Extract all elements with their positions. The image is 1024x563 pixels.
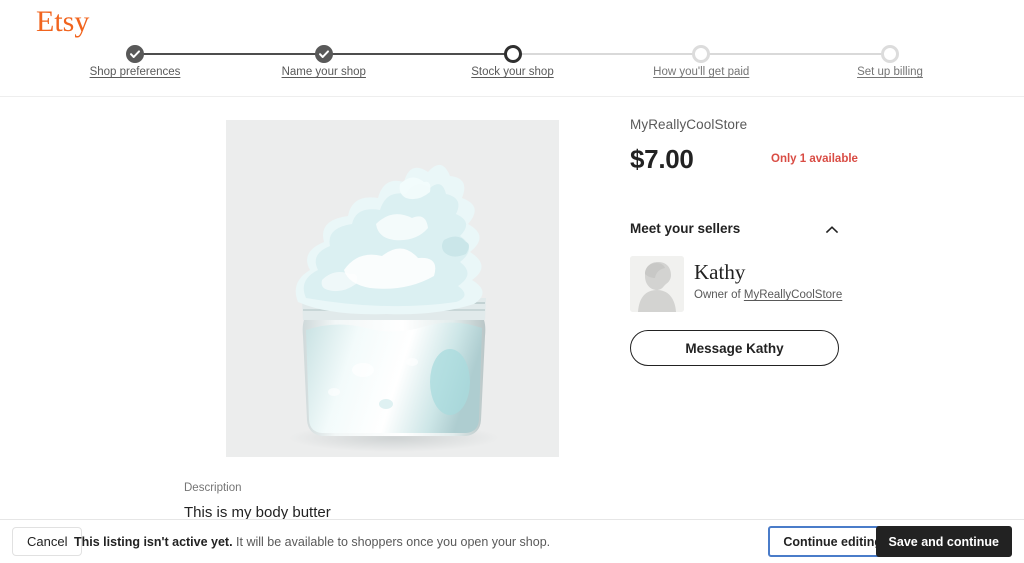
step-current-dot-icon[interactable] xyxy=(503,45,522,63)
chevron-up-icon[interactable] xyxy=(825,223,839,237)
product-image[interactable] xyxy=(226,120,559,457)
seller-name: Kathy xyxy=(694,260,746,284)
cancel-button[interactable]: Cancel xyxy=(12,527,83,556)
onboarding-stepper: Shop preferences Name your shop Stock your… xyxy=(0,45,1024,97)
stepper-label[interactable]: Set up billing xyxy=(796,65,985,79)
step-complete-check-icon[interactable] xyxy=(126,45,144,63)
stepper-label[interactable]: How you'll get paid xyxy=(607,65,796,79)
status-message-rest: It will be available to shoppers once yo… xyxy=(232,535,551,549)
step-pending-dot-icon[interactable] xyxy=(692,45,711,63)
description-label: Description xyxy=(184,482,242,494)
stepper-step-5[interactable]: Set up billing xyxy=(796,45,985,97)
listing-details-column: MyReallyCoolStore $7.00 Only 1 available… xyxy=(630,116,930,366)
stepper-step-4[interactable]: How you'll get paid xyxy=(607,45,796,97)
seller-role-prefix: Owner of xyxy=(694,289,744,301)
meet-your-sellers-title: Meet your sellers xyxy=(630,221,741,236)
stepper-step-1[interactable]: Shop preferences xyxy=(41,45,230,97)
stepper-label[interactable]: Name your shop xyxy=(229,65,418,79)
message-seller-button[interactable]: Message Kathy xyxy=(630,330,839,366)
listing-status-message: This listing isn't active yet. It will b… xyxy=(74,534,550,550)
etsy-shop-setup-page: Etsy Shop preferences Name your shop Stock… xyxy=(0,0,1024,563)
onboarding-progress-section: Shop preferences Name your shop Stock your… xyxy=(0,45,1024,97)
listing-price: $7.00 xyxy=(630,144,694,174)
status-message-bold: This listing isn't active yet. xyxy=(74,535,233,549)
description-text: This is my body butter xyxy=(184,504,331,519)
seller-row: Kathy Owner of MyReallyCoolStore xyxy=(630,256,930,312)
page-header: Etsy xyxy=(0,0,1024,45)
bottom-action-bar: Cancel This listing isn't active yet. It… xyxy=(0,519,1024,563)
price-row: $7.00 Only 1 available xyxy=(630,145,930,173)
save-and-continue-button[interactable]: Save and continue xyxy=(875,526,1012,557)
seller-role: Owner of MyReallyCoolStore xyxy=(694,287,842,303)
shop-name[interactable]: MyReallyCoolStore xyxy=(630,116,930,134)
meet-your-sellers-toggle[interactable]: Meet your sellers xyxy=(630,220,839,240)
stepper-label[interactable]: Stock your shop xyxy=(418,65,607,79)
seller-info: Kathy Owner of MyReallyCoolStore xyxy=(694,260,842,303)
step-pending-dot-icon[interactable] xyxy=(881,45,899,63)
stepper-step-3[interactable]: Stock your shop xyxy=(418,45,607,97)
description-block: Description This is my body butter xyxy=(184,481,564,519)
listing-preview-main: Description This is my body butter MyRea… xyxy=(0,98,1024,519)
step-complete-check-icon[interactable] xyxy=(314,45,333,63)
stepper-label[interactable]: Shop preferences xyxy=(41,65,230,79)
seller-shop-link[interactable]: MyReallyCoolStore xyxy=(744,289,842,301)
etsy-logo[interactable]: Etsy xyxy=(36,6,89,38)
stepper-step-2[interactable]: Name your shop xyxy=(229,45,418,97)
avatar-placeholder-icon xyxy=(630,256,684,312)
availability-badge: Only 1 available xyxy=(771,153,858,165)
